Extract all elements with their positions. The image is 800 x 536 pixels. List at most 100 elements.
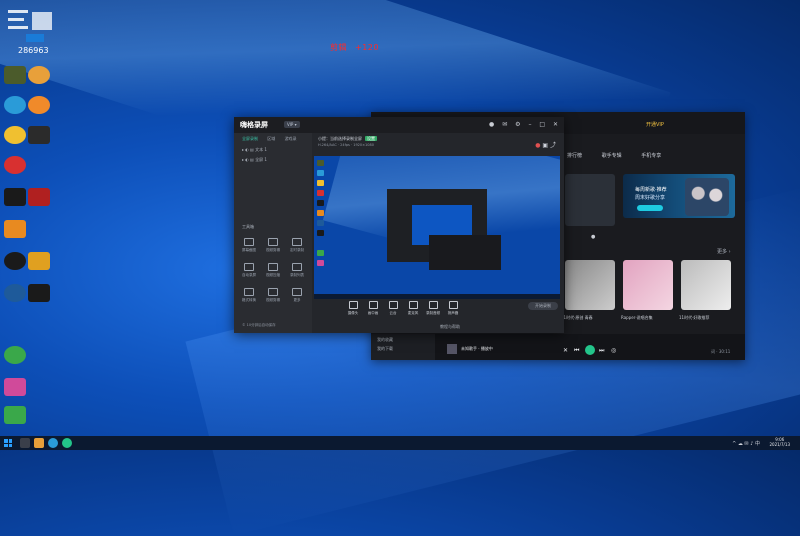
tool-item[interactable]: 屏幕截图 xyxy=(238,238,260,253)
sidebar-item[interactable]: 我的收藏 xyxy=(371,334,435,343)
desktop-app-icon[interactable] xyxy=(4,406,26,424)
taskbar-app-icon[interactable] xyxy=(48,438,58,448)
desktop-app-icon[interactable] xyxy=(28,188,50,206)
tool-item[interactable]: 定时录制 xyxy=(286,238,308,253)
desktop-app-icon[interactable] xyxy=(4,346,26,364)
taskbar-app-icon[interactable] xyxy=(34,438,44,448)
taskbar-clock[interactable]: 9:06 2021/7/13 xyxy=(769,437,790,447)
stage-button[interactable]: 云台 xyxy=(384,301,402,316)
tab-fullscreen[interactable]: 全屏录制 xyxy=(242,136,258,141)
volume-icon[interactable]: ◎ xyxy=(611,347,616,354)
speaker-button[interactable]: 扬声器 xyxy=(444,301,462,316)
album-caption: 11时代·好歌推荐 xyxy=(679,315,710,320)
recorder-logo: 嗨格录屏 xyxy=(240,121,268,129)
album-cover[interactable] xyxy=(681,260,731,310)
music-tab[interactable]: 排行榜 xyxy=(567,153,582,159)
vip-label[interactable]: 开通VIP xyxy=(646,121,664,128)
preview-desktop-icon xyxy=(317,260,324,266)
maximize-icon[interactable]: □ xyxy=(539,121,545,128)
taskbar: ^ ☁ ✉ ♪ 中 9:06 2021/7/13 xyxy=(0,436,800,450)
camera-button[interactable]: 摄像头 xyxy=(344,301,362,316)
windows-start-icon[interactable] xyxy=(4,439,12,447)
window-controls: ● ✉ ⚙ – □ ✕ xyxy=(483,121,558,128)
tool-item[interactable]: 视频剪辑 xyxy=(262,238,284,253)
music-tabs: 排行榜 歌手专辑 手机专享 xyxy=(567,152,679,159)
desktop-app-icon[interactable] xyxy=(4,252,26,270)
close-icon[interactable]: ✕ xyxy=(553,121,558,128)
banner-line-2: 周末好歌分享 xyxy=(635,195,666,201)
mail-icon[interactable]: ✉ xyxy=(502,121,507,128)
desktop-app-icon[interactable] xyxy=(28,96,50,114)
shuffle-icon[interactable]: ✕ xyxy=(563,347,568,354)
record-indicator-icon[interactable]: ● xyxy=(535,142,540,149)
tab-region[interactable]: 区域 xyxy=(267,136,275,141)
banner-side-image[interactable] xyxy=(565,174,615,226)
recording-hint: 小提：当前选择录制全屏 设置 xyxy=(318,136,377,141)
nested-recorder-preview xyxy=(387,189,501,270)
desktop-app-icon[interactable] xyxy=(28,252,50,270)
desktop-app-icon[interactable] xyxy=(28,66,50,84)
vip-badge[interactable]: VIP ▾ xyxy=(284,121,300,128)
song-thumbnail[interactable] xyxy=(447,344,457,354)
desktop-app-icon[interactable] xyxy=(4,96,26,114)
music-tab[interactable]: 手机专享 xyxy=(641,153,661,159)
taskbar-app-icon[interactable] xyxy=(62,438,72,448)
desktop-app-icon[interactable] xyxy=(28,284,50,302)
album-cover[interactable] xyxy=(565,260,615,310)
desktop-app-icon[interactable] xyxy=(4,156,26,174)
screen-preview[interactable] xyxy=(314,156,560,299)
carousel-dot[interactable]: ● xyxy=(591,234,595,240)
preview-desktop-icon xyxy=(317,170,324,176)
music-tab[interactable]: 歌手专辑 xyxy=(602,153,622,159)
desktop-app-icon[interactable] xyxy=(4,284,26,302)
desktop-app-icon[interactable] xyxy=(4,66,26,84)
recorder-window[interactable]: 嗨格录屏 VIP ▾ ● ✉ ⚙ – □ ✕ 全屏录制 区域 游戏录 ▸ ◐ ▤… xyxy=(234,117,564,333)
album-cover[interactable] xyxy=(623,260,673,310)
recorder-bottom-toolbar: 摄像头 画中画 云台 麦克风 录制音频 扬声器 xyxy=(314,301,560,321)
start-record-button[interactable]: 开始录制 xyxy=(528,302,558,310)
album-caption: Rapper·说唱合集 xyxy=(621,315,653,320)
tool-item[interactable]: 录制列表 xyxy=(286,263,308,278)
song-title: 未知歌手 · 播放中 xyxy=(461,346,493,351)
banner-button[interactable] xyxy=(637,205,663,211)
desktop-app-icon[interactable] xyxy=(4,220,26,238)
tool-item[interactable]: 更多 xyxy=(286,288,308,303)
system-tray[interactable]: ^ ☁ ✉ ♪ 中 xyxy=(732,440,760,447)
tool-item[interactable]: 自动录屏 xyxy=(238,263,260,278)
mode-tabs: 全屏录制 区域 游戏录 xyxy=(242,136,305,142)
share-icon[interactable]: ⤴ xyxy=(550,142,556,149)
banner-image xyxy=(685,178,729,216)
settings-icon[interactable]: ⚙ xyxy=(515,121,520,128)
pip-button[interactable]: 画中画 xyxy=(364,301,382,316)
desktop-app-icon[interactable] xyxy=(28,126,50,144)
source-row[interactable]: ▸ ◐ ▤ 文本 1 xyxy=(242,147,267,153)
mic-button[interactable]: 麦克风 xyxy=(404,301,422,316)
tool-item[interactable]: 格式转换 xyxy=(238,288,260,303)
desktop-app-icon[interactable] xyxy=(4,126,26,144)
avatar-icon[interactable]: ● xyxy=(489,121,494,128)
tool-item[interactable]: 视频压缩 xyxy=(262,263,284,278)
counter-text: 剪辑 +120 xyxy=(330,43,379,52)
tool-item[interactable]: 视频剪辑 xyxy=(262,288,284,303)
previous-icon[interactable]: ⏮ xyxy=(574,347,579,355)
sidebar-item[interactable]: 我的下载 xyxy=(371,343,435,352)
recorder-left-pane xyxy=(234,133,312,333)
audio-button[interactable]: 录制音频 xyxy=(424,301,442,316)
play-pause-button[interactable] xyxy=(585,345,595,355)
more-link[interactable]: 更多 › xyxy=(717,248,731,255)
tab-game[interactable]: 游戏录 xyxy=(285,136,297,141)
preview-taskbar xyxy=(314,294,560,299)
recorder-top-icons: ● ▣ ⤴ xyxy=(535,140,556,149)
minimize-icon[interactable]: – xyxy=(528,121,531,128)
camera-icon[interactable]: ▣ xyxy=(542,142,548,149)
desktop-app-icon[interactable] xyxy=(4,188,26,206)
settings-tag[interactable]: 设置 xyxy=(365,136,377,141)
album-caption: 11时代·原创 青春 xyxy=(561,315,593,320)
next-icon[interactable]: ⏭ xyxy=(599,347,604,355)
music-banner[interactable]: 每周新歌·推荐 周末好歌分享 xyxy=(623,174,735,218)
taskbar-app-icon[interactable] xyxy=(20,438,30,448)
source-row[interactable]: ▸ ◐ ▤ 全屏 1 xyxy=(242,157,267,163)
help-link[interactable]: 教程与帮助 xyxy=(440,324,460,330)
music-sidebar-bottom: 我的收藏 我的下载 xyxy=(371,334,435,360)
desktop-app-icon[interactable] xyxy=(4,378,26,396)
